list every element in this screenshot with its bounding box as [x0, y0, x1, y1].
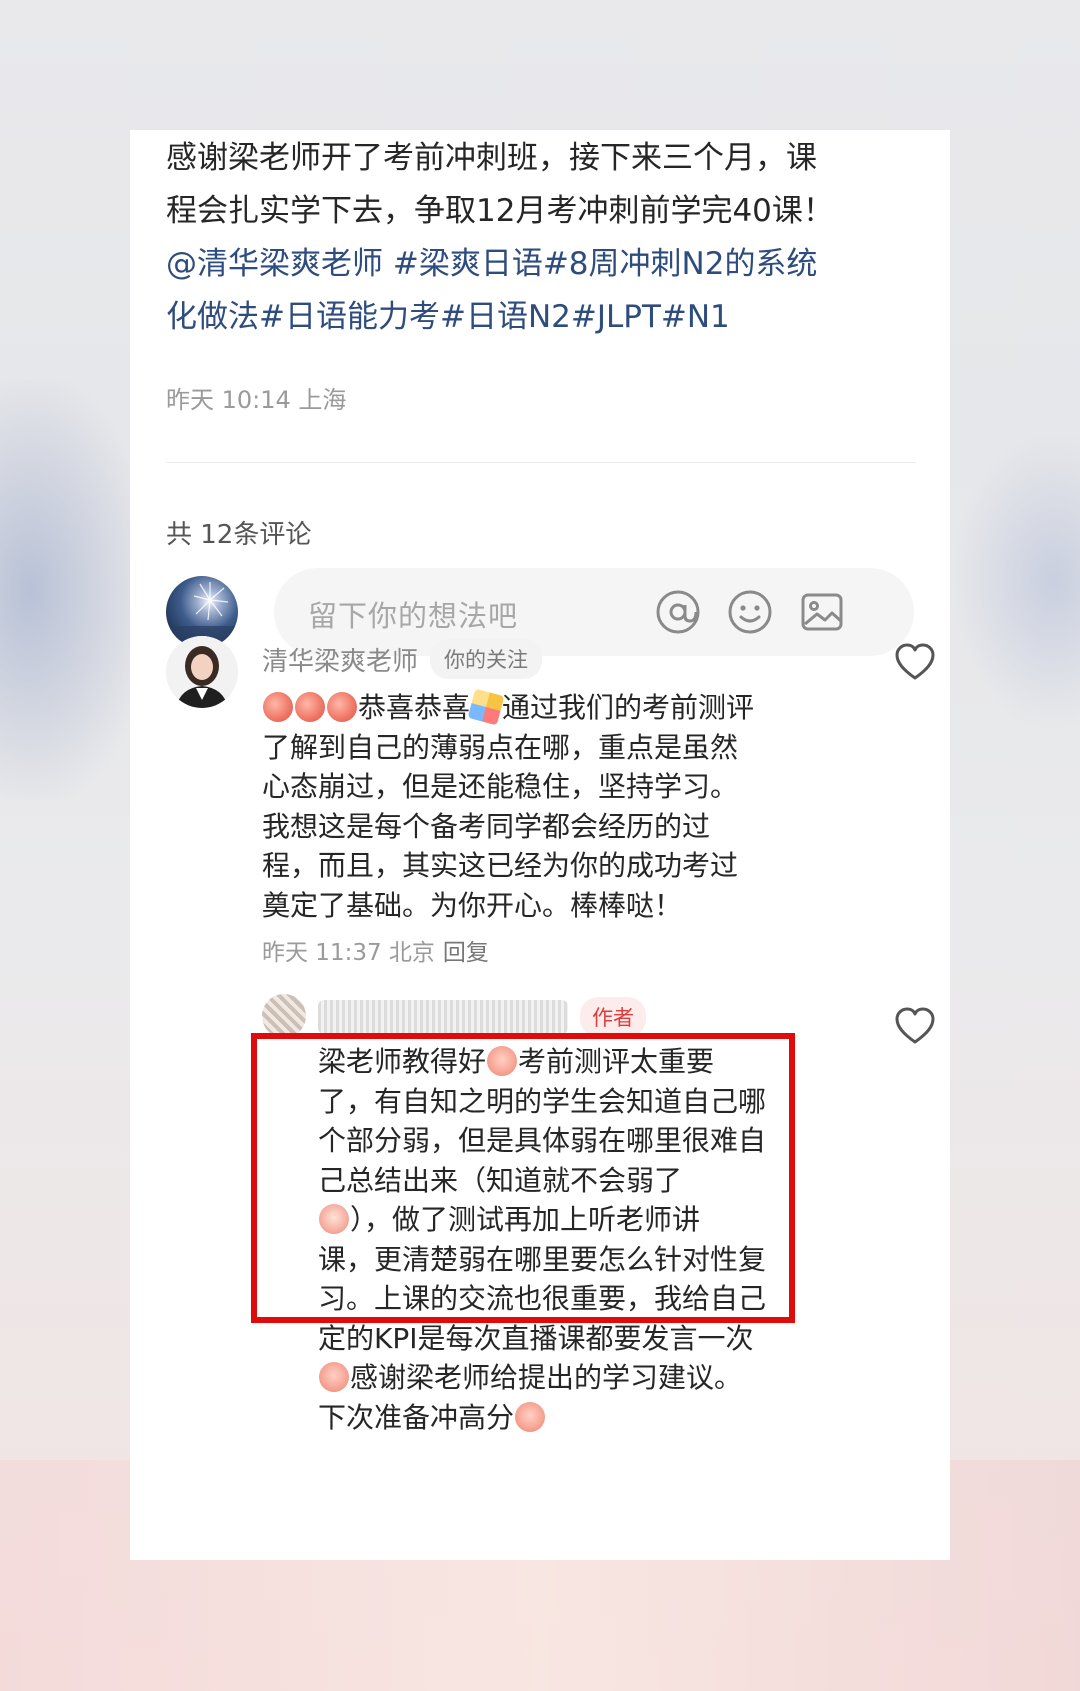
thumbs-up-emoji-icon [263, 692, 293, 722]
comment-text: 恭喜恭喜 通过我们的考前测评 了解到自己的薄弱点在哪，重点是虽然 心态崩过，但是还… [262, 688, 842, 925]
teacher-avatar-icon [166, 636, 238, 708]
crying-face-emoji-icon [319, 1204, 349, 1234]
emoji-icon[interactable] [726, 588, 774, 636]
following-badge: 你的关注 [430, 639, 543, 679]
post-hashtags-line[interactable]: 化做法#日语能力考#日语N2#JLPT#N1 [166, 291, 926, 344]
post-text-line: 感谢梁老师开了考前冲刺班，接下来三个月，课 [166, 140, 817, 176]
comment-author-name-blurred[interactable] [318, 1000, 568, 1034]
post-body: 感谢梁老师开了考前冲刺班，接下来三个月，课 程会扎实学下去，争取12月考冲刺前学… [166, 132, 926, 344]
author-badge: 作者 [580, 997, 646, 1037]
avatar[interactable] [262, 994, 306, 1038]
background-blur-left [0, 380, 150, 800]
comment-text: 梁老师教得好 考前测评太重要 了，有自知之明的学生会知道自己哪 个部分弱，但是具体… [318, 1045, 767, 1434]
comment-body: 清华梁爽老师 你的关注 恭喜恭喜 通过我们的考前测评 了解到自己的薄弱点在哪，重点… [262, 636, 842, 967]
divider [166, 462, 916, 463]
party-popper-emoji-icon [467, 688, 505, 726]
thumbs-up-emoji-icon [327, 692, 357, 722]
post-hashtags-line[interactable]: @清华梁爽老师 #梁爽日语#8周冲刺N2的系统 [166, 238, 926, 291]
face-emoji-icon [319, 1362, 349, 1392]
at-icon[interactable] [654, 588, 702, 636]
reply-button[interactable]: 回复 [443, 940, 489, 966]
like-heart-icon[interactable] [894, 642, 936, 682]
thumbs-up-emoji-icon [295, 692, 325, 722]
image-icon[interactable] [798, 588, 846, 636]
avatar[interactable] [166, 636, 238, 708]
post-card: 感谢梁老师开了考前冲刺班，接下来三个月，课 程会扎实学下去，争取12月考冲刺前学… [130, 130, 950, 1560]
post-text-line: 程会扎实学下去，争取12月考冲刺前学完40课！ [166, 193, 834, 229]
like-heart-icon[interactable] [894, 1006, 936, 1046]
comment-timestamp: 昨天 11:37 北京 [262, 940, 435, 966]
comment-count: 共 12条评论 [166, 520, 312, 550]
face-emoji-icon [515, 1401, 546, 1432]
comment-meta: 昨天 11:37 北京 回复 [262, 933, 842, 967]
comment-body: 作者 梁老师教得好 考前测评太重要 了，有自知之明的学生会知道自己哪 个部分弱，但… [318, 994, 918, 1437]
comment-input-placeholder: 留下你的想法吧 [308, 599, 519, 633]
background-blur-right [950, 430, 1080, 730]
comment-author-name[interactable]: 清华梁爽老师 [262, 641, 418, 678]
face-emoji-icon [487, 1046, 518, 1076]
post-timestamp-location: 昨天 10:14 上海 [166, 386, 347, 414]
